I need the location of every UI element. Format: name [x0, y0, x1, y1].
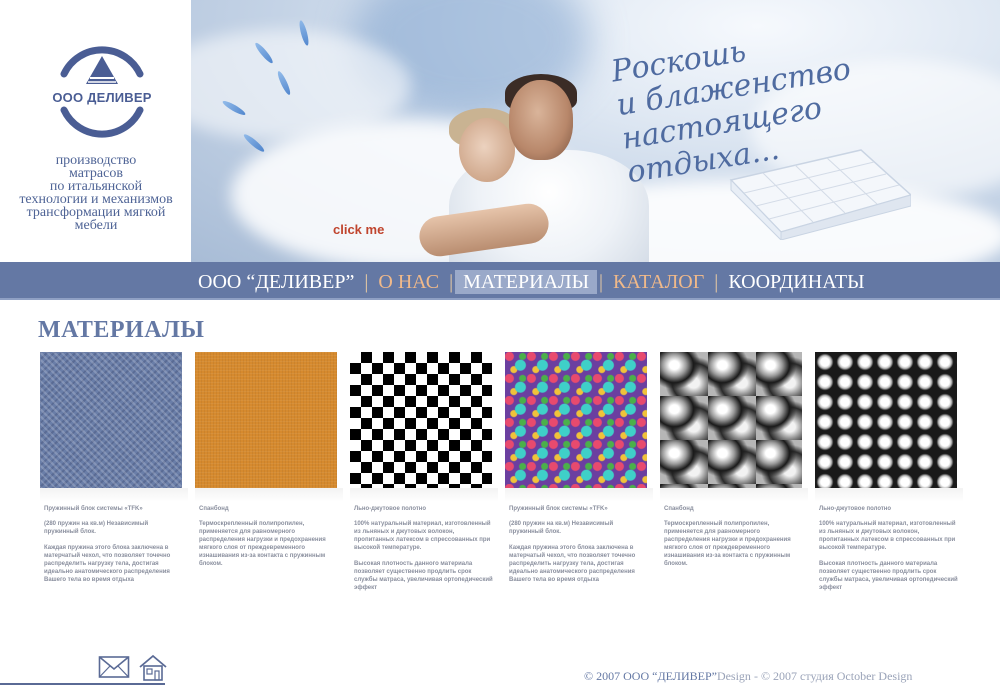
logo-emblem-icon — [60, 46, 144, 138]
nav-item-catalog[interactable]: КАТАЛОГ — [605, 270, 712, 294]
nav-separator: | — [364, 270, 369, 293]
material-card: Пружинный блок системы «TFK» (280 пружин… — [505, 352, 653, 584]
swatch-shadow — [195, 488, 343, 502]
materials-grid: Пружинный блок системы «TFK» (280 пружин… — [40, 352, 963, 612]
material-description: 100% натуральный материал, изготовленный… — [819, 521, 958, 591]
material-title: Льно-джутовое полотно — [819, 506, 892, 512]
nav-item-materials[interactable]: МАТЕРИАЛЫ — [455, 270, 598, 294]
nav-separator: | — [599, 270, 604, 293]
logo-name: ООО ДЕЛИВЕР — [52, 90, 152, 105]
nav-item-home[interactable]: ООО “ДЕЛИВЕР” — [190, 270, 362, 294]
mail-icon[interactable] — [98, 654, 130, 680]
copyright-design-word: Design — [716, 669, 751, 683]
swatch-shadow — [40, 488, 188, 502]
copyright-studio-link[interactable]: © 2007 студия October Design — [761, 669, 912, 683]
material-description: Термоскрепленный полипропилен, применяет… — [664, 521, 791, 567]
material-title: Пружинный блок системы «TFK» — [509, 506, 608, 512]
material-swatch[interactable] — [40, 352, 182, 488]
material-swatch[interactable] — [505, 352, 647, 488]
material-title: Спанбонд — [664, 506, 694, 512]
material-card: Спанбонд Термоскрепленный полипропилен, … — [660, 352, 808, 568]
swatch-shadow — [660, 488, 808, 502]
home-icon[interactable] — [138, 654, 168, 682]
footer-icons — [98, 654, 168, 684]
swatch-shadow — [350, 488, 498, 502]
page-title: МАТЕРИАЛЫ — [38, 317, 205, 343]
tagline-line: мебели — [74, 218, 118, 233]
copyright: © 2007 ООО “ДЕЛИВЕР”Design - © 2007 студ… — [584, 669, 912, 684]
material-description: (280 пружин на кв.м) Независимый пружинн… — [44, 521, 171, 583]
nav-separator: | — [714, 270, 719, 293]
hero-banner: Роскошь и блаженство настоящего отдыха..… — [191, 0, 1000, 262]
nav-item-contacts[interactable]: КООРДИНАТЫ — [720, 270, 872, 294]
click-me-link[interactable]: click me — [333, 222, 384, 237]
company-logo[interactable]: ООО ДЕЛИВЕР — [52, 38, 152, 138]
material-card: Льно-джутовое полотно 100% натуральный м… — [350, 352, 498, 592]
mattress-illustration — [729, 149, 911, 240]
material-card: Спанбонд Термоскрепленный полипропилен, … — [195, 352, 343, 568]
main-navigation: ООО “ДЕЛИВЕР” | О НАС | МАТЕРИАЛЫ | КАТА… — [0, 262, 1000, 300]
material-description: 100% натуральный материал, изготовленный… — [354, 521, 493, 591]
material-title: Спанбонд — [199, 506, 229, 512]
material-swatch[interactable] — [660, 352, 802, 488]
material-title: Пружинный блок системы «TFK» — [44, 506, 143, 512]
material-title: Льно-джутовое полотно — [354, 506, 427, 512]
material-swatch[interactable] — [195, 352, 337, 488]
swatch-shadow — [815, 488, 963, 502]
nav-item-about[interactable]: О НАС — [370, 270, 447, 294]
material-swatch[interactable] — [350, 352, 492, 488]
footer-divider — [0, 683, 165, 685]
nav-separator: | — [449, 270, 454, 293]
copyright-separator: - — [750, 669, 761, 683]
nav-menu: ООО “ДЕЛИВЕР” | О НАС | МАТЕРИАЛЫ | КАТА… — [190, 269, 873, 295]
copyright-company: © 2007 ООО “ДЕЛИВЕР” — [584, 669, 717, 683]
couple-photo — [309, 30, 649, 262]
material-description: Термоскрепленный полипропилен, применяет… — [199, 521, 326, 567]
material-swatch[interactable] — [815, 352, 957, 488]
woman-face-shape — [459, 118, 515, 182]
material-card: Льно-джутовое полотно 100% натуральный м… — [815, 352, 963, 592]
company-tagline: производство матрасов по итальянской тех… — [0, 154, 192, 233]
material-description: (280 пружин на кв.м) Независимый пружинн… — [509, 521, 636, 583]
man-face-shape — [509, 80, 573, 160]
material-card: Пружинный блок системы «TFK» (280 пружин… — [40, 352, 188, 584]
swatch-shadow — [505, 488, 653, 502]
